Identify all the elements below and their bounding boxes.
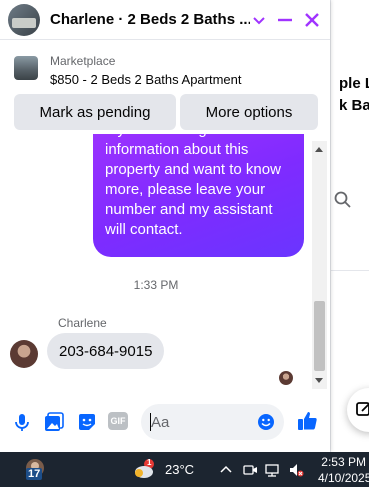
minimize-icon[interactable] [275, 10, 295, 30]
new-message-button[interactable] [347, 388, 369, 432]
message-timestamp: 1:33 PM [133, 278, 179, 292]
message-input-placeholder: Aa [151, 414, 170, 431]
photo-icon[interactable] [43, 411, 65, 433]
thumbs-up-icon[interactable] [296, 409, 320, 433]
search-icon[interactable] [333, 190, 353, 210]
chevron-up-icon[interactable] [218, 462, 234, 478]
message-composer: GIF Aa [0, 395, 330, 449]
scroll-up-arrow-icon[interactable] [315, 147, 323, 152]
background-page: ple Lo k Bag! [330, 0, 369, 452]
more-options-button[interactable]: More options [180, 94, 318, 130]
temperature[interactable]: 23°C [165, 462, 194, 477]
read-receipt-avatar [279, 371, 293, 385]
background-heading-line1: ple Lo [339, 75, 369, 92]
taskbar: 17 1 23°C 2:53 PM 4/10/2025 [0, 452, 369, 487]
volume-muted-icon[interactable] [288, 462, 304, 478]
outgoing-message[interactable]: If you want to get more information abou… [93, 134, 304, 257]
clock-time: 2:53 PM [321, 455, 366, 469]
listing-title[interactable]: $850 - 2 Beds 2 Baths Apartment [50, 72, 242, 87]
listing-avatar [8, 3, 40, 36]
emoji-icon[interactable] [257, 413, 275, 431]
app-badge: 17 [26, 468, 43, 480]
listing-thumbnail [14, 56, 38, 80]
weather-badge: 1 [147, 458, 152, 467]
scrollbar[interactable] [312, 141, 327, 389]
compose-icon [356, 402, 369, 416]
avatar[interactable] [10, 340, 38, 368]
chat-title[interactable]: Charlene · 2 Beds 2 Baths ... [50, 11, 250, 28]
message-input[interactable]: Aa [141, 404, 284, 440]
close-icon[interactable] [302, 10, 322, 30]
network-icon[interactable] [264, 462, 280, 478]
message-list[interactable]: If you want to get more information abou… [0, 134, 312, 390]
chevron-down-icon[interactable] [249, 10, 269, 30]
incoming-message[interactable]: 203-684-9015 [47, 333, 165, 369]
scroll-down-arrow-icon[interactable] [315, 378, 323, 383]
sticker-icon[interactable] [76, 411, 98, 433]
marketplace-label: Marketplace [50, 54, 116, 68]
clock[interactable]: 2:53 PM 4/10/2025 [318, 454, 369, 486]
scrollbar-thumb[interactable] [314, 301, 325, 371]
weather-cloud-icon[interactable] [133, 458, 159, 480]
mark-as-pending-button[interactable]: Mark as pending [14, 94, 176, 130]
background-heading-line2: k Bag! [339, 97, 369, 114]
meet-now-icon[interactable] [242, 462, 258, 478]
sender-name: Charlene [58, 316, 107, 330]
chat-window: Charlene · 2 Beds 2 Baths ... Marketplac… [0, 0, 330, 452]
clock-date: 4/10/2025 [318, 471, 369, 485]
gif-button[interactable]: GIF [108, 412, 128, 430]
microphone-icon[interactable] [11, 411, 33, 433]
divider [331, 270, 369, 271]
